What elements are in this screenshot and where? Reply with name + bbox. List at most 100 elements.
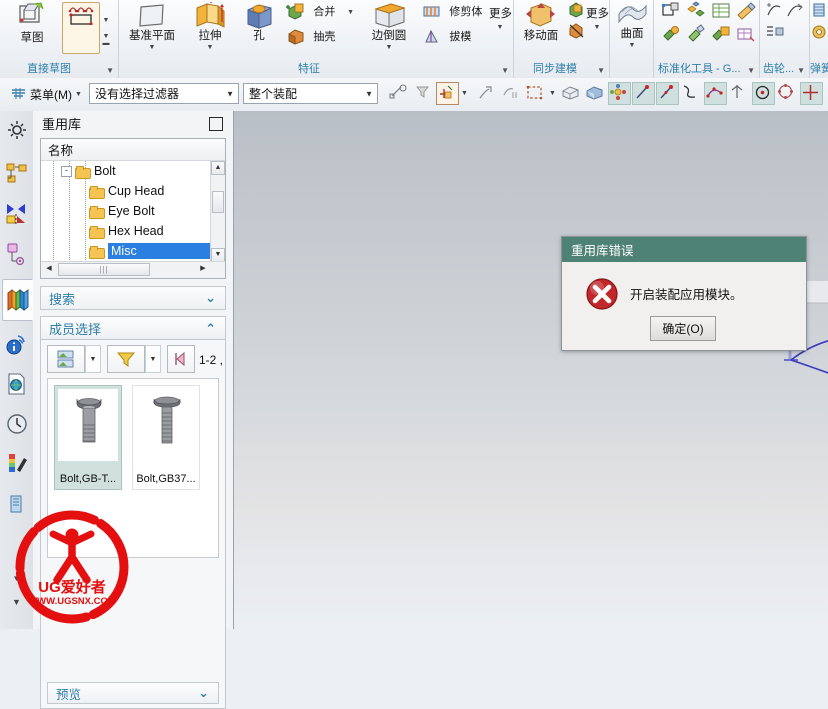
section-preview[interactable]: 预览 ⌄ [47, 682, 219, 704]
scroll-up-icon[interactable]: ▲ [211, 161, 225, 175]
ribbon-group-dropdown[interactable]: ▼ [797, 66, 805, 75]
panel-pin-button[interactable] [209, 117, 223, 131]
toolbar-button-datum-axis[interactable] [728, 82, 751, 105]
ribbon-button-std-7[interactable] [709, 24, 733, 47]
chevron-down-icon[interactable]: ▼ [361, 44, 417, 51]
chevron-up-icon[interactable]: ⌃ [205, 321, 216, 337]
graphics-viewport[interactable]: Z X Y [234, 111, 828, 629]
sidebar-item-reuse-library[interactable] [2, 279, 33, 321]
ribbon-button-shell[interactable]: 抽壳 [286, 28, 352, 46]
ribbon-group-dropdown[interactable]: ▼ [106, 66, 114, 75]
toolbar-button-shaded[interactable] [584, 82, 607, 105]
selection-scope-combo[interactable]: 整个装配 ▼ [243, 83, 378, 104]
chevron-down-icon[interactable]: ▼ [614, 42, 650, 49]
toolbar-button-studio-spline[interactable] [704, 82, 727, 105]
selection-filter-combo[interactable]: 没有选择过滤器 ▼ [89, 83, 239, 104]
member-tile-bolt-1[interactable]: Bolt,GB-T... [54, 385, 122, 490]
tree-node-cup-head[interactable]: Cup Head [41, 181, 211, 201]
tree-vertical-scrollbar[interactable]: ▲ ▼ [210, 161, 225, 262]
toolbar-button-circle[interactable] [752, 82, 775, 105]
ribbon-button-gear-1[interactable] [764, 1, 784, 24]
sidebar-item-history[interactable] [2, 409, 31, 439]
toolbar-button-polygon[interactable] [776, 82, 799, 105]
ribbon-group-dropdown[interactable]: ▼ [597, 66, 605, 75]
ribbon-button-extrude[interactable]: 拉伸 ▼ [185, 2, 235, 51]
sidebar-item-roles[interactable] [2, 489, 31, 519]
chevron-down-icon[interactable]: ⌄ [205, 290, 216, 306]
toolbar-button-point[interactable] [800, 82, 823, 105]
toolbar-button-snap-points[interactable] [388, 82, 411, 105]
sidebar-item-web-browser[interactable] [2, 369, 31, 399]
sidebar-item-constraint-navigator[interactable] [2, 199, 31, 229]
ribbon-button-std-2[interactable] [684, 1, 708, 24]
ribbon-button-std-8[interactable] [734, 24, 758, 47]
ribbon-button-spring-2[interactable] [810, 23, 828, 46]
toolbar-button-rect-select[interactable] [524, 82, 547, 105]
member-tile-bolt-2[interactable]: Bolt,GB37... [132, 385, 200, 490]
chevron-down-icon[interactable]: ⌄ [198, 685, 209, 701]
tree-node-eye-bolt[interactable]: Eye Bolt [41, 201, 211, 221]
scroll-left-icon[interactable]: ◀ [42, 262, 56, 276]
chevron-down-icon[interactable]: ▼ [586, 24, 608, 31]
ribbon-button-sketch-rectangle[interactable] [62, 2, 100, 54]
sidebar-item-assembly-navigator[interactable] [2, 159, 31, 189]
ribbon-button-gear-3[interactable] [764, 22, 786, 45]
ribbon-button-std-4[interactable] [734, 1, 758, 24]
filter-button[interactable] [107, 345, 145, 373]
scroll-down-icon[interactable]: ▼ [211, 248, 225, 262]
toolbar-button-datum-csys[interactable] [476, 82, 499, 105]
tree-expander[interactable]: - [61, 165, 72, 177]
toolbar-button-line[interactable] [632, 82, 655, 105]
tree-node-bolt[interactable]: - Bolt [41, 161, 211, 181]
error-dialog[interactable]: 重用库错误 开启装配应用模块。 确定(O) [561, 236, 807, 351]
ribbon-button-std-5[interactable] [659, 24, 683, 47]
ribbon-button-sketch[interactable]: 草图 [4, 2, 60, 45]
section-member-select[interactable]: 成员选择 ⌃ [40, 316, 226, 340]
ribbon-button-move-face[interactable]: 移动面 [518, 2, 564, 43]
toolbar-button-wcs[interactable] [436, 82, 459, 105]
section-search[interactable]: 搜索 ⌄ [40, 286, 226, 310]
toolbar-button-snap-filter[interactable] [412, 82, 435, 105]
sidebar-item-info[interactable] [2, 329, 31, 359]
menu-button[interactable]: 菜单(M) ▼ [6, 83, 86, 105]
ribbon-group-dropdown[interactable]: ▼ [747, 66, 755, 75]
ribbon-button-edge-blend[interactable]: 边倒圆 ▼ [361, 2, 417, 51]
toolbar-button-shaded-wire[interactable] [560, 82, 583, 105]
ribbon-overflow-sketch-2[interactable]: ▼ ▬ [99, 33, 113, 47]
scroll-thumb[interactable] [212, 191, 224, 213]
chevron-down-icon[interactable]: ▼ [489, 24, 511, 31]
scroll-right-icon[interactable]: ▶ [196, 262, 210, 276]
ribbon-button-sync-delete[interactable] [565, 22, 587, 43]
chevron-down-icon[interactable]: ▼ [347, 9, 354, 16]
toolbar-button-arc[interactable] [656, 82, 679, 105]
ribbon-group-dropdown[interactable]: ▼ [501, 66, 509, 75]
ribbon-button-std-6[interactable] [684, 24, 708, 47]
ribbon-button-unite[interactable]: 合并 ▼ [286, 3, 354, 21]
toolbar-rect-select-dropdown[interactable]: ▼ [549, 90, 556, 97]
sidebar-item-system-materials[interactable] [2, 449, 31, 479]
ribbon-button-trim-body[interactable]: 修剪体 [422, 3, 488, 21]
toolbar-button-measure[interactable] [500, 82, 523, 105]
sidebar-expand[interactable]: ▼ [2, 591, 31, 621]
sidebar-item-settings[interactable] [2, 115, 31, 145]
ribbon-button-std-1[interactable] [659, 1, 683, 24]
ribbon-button-datum-plane[interactable]: 基准平面 ▼ [124, 2, 180, 51]
ribbon-button-hole[interactable]: 孔 [238, 2, 280, 43]
tree-horizontal-scrollbar[interactable]: ◀ ||| ▶ [41, 261, 225, 278]
view-mode-button[interactable] [47, 345, 85, 373]
toolbar-button-sketch-constraints[interactable] [608, 82, 631, 105]
ribbon-button-surface[interactable]: 曲面 ▼ [614, 2, 650, 49]
filter-dropdown[interactable]: ▼ [145, 345, 161, 373]
ribbon-button-feature-more[interactable]: 更多 ▼ [489, 8, 512, 31]
scroll-thumb[interactable]: ||| [58, 263, 150, 276]
tree-node-misc[interactable]: Misc [41, 241, 211, 261]
ribbon-button-sync-offset[interactable] [565, 1, 587, 22]
chevron-down-icon[interactable]: ▼ [185, 44, 235, 51]
view-mode-dropdown[interactable]: ▼ [85, 345, 101, 373]
ribbon-overflow-sketch[interactable]: ▼ [99, 17, 113, 24]
dialog-ok-button[interactable]: 确定(O) [650, 316, 716, 341]
chevron-down-icon[interactable]: ▼ [124, 44, 180, 51]
toolbar-button-spline[interactable] [680, 82, 703, 105]
ribbon-button-spring-1[interactable] [810, 1, 828, 24]
sidebar-item-part-navigator[interactable] [2, 239, 31, 269]
